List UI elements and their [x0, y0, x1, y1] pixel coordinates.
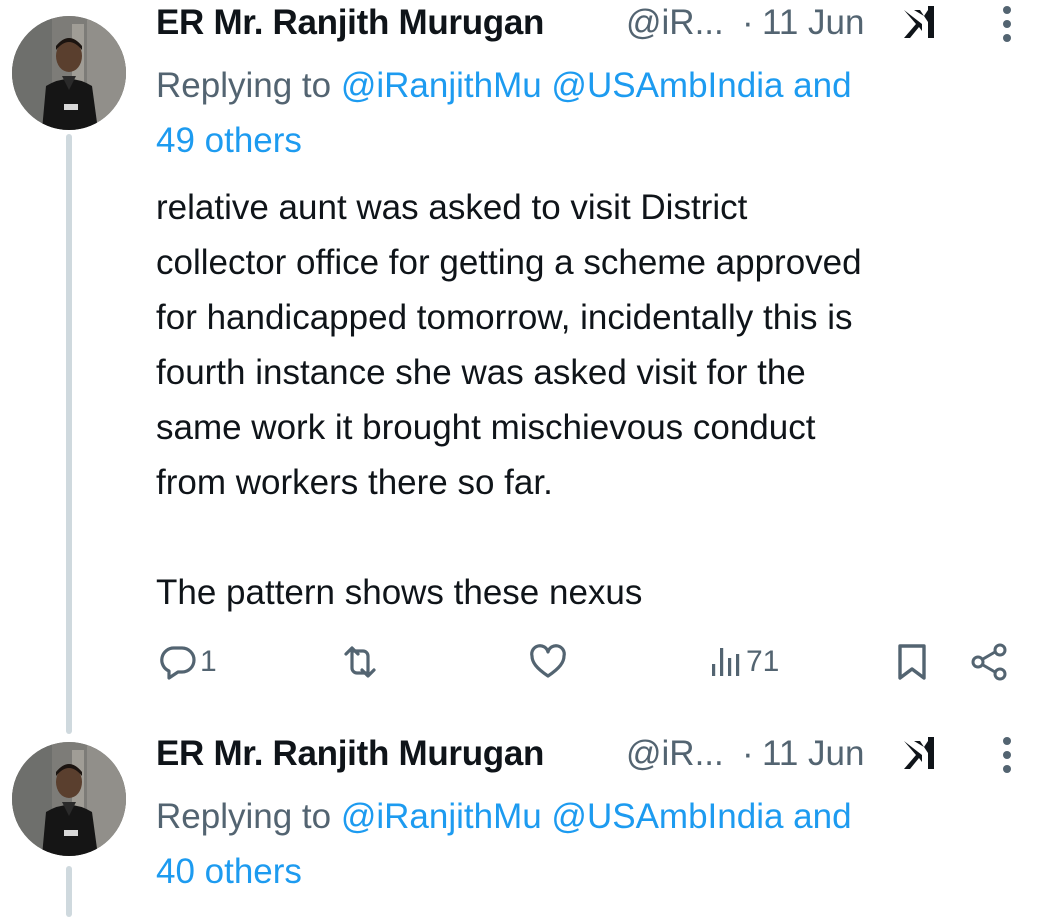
more-icon[interactable]: [996, 733, 1018, 777]
share-button[interactable]: [968, 640, 1012, 684]
bookmark-button[interactable]: [890, 640, 934, 684]
author-name[interactable]: ER Mr. Ranjith Murugan: [156, 734, 544, 774]
replying-prefix: Replying to: [156, 797, 341, 836]
replying-to: Replying to @iRanjithMu @USAmbIndia and …: [156, 789, 1016, 899]
repost-button[interactable]: [338, 640, 382, 684]
share-icon: [971, 643, 1007, 681]
like-button[interactable]: [526, 640, 570, 684]
replying-prefix: Replying to: [156, 66, 341, 105]
views-button[interactable]: 71: [706, 640, 779, 684]
reply-button[interactable]: 1: [156, 640, 217, 684]
author-handle[interactable]: @iR...: [626, 734, 724, 774]
tweet-text: relative aunt was asked to visit Distric…: [156, 188, 862, 612]
reply-icon: [160, 646, 196, 680]
replying-others[interactable]: 40 others: [156, 852, 302, 891]
repost-icon: [344, 646, 376, 678]
tweet-header: ER Mr. Ranjith Murugan @iR... · 11 Jun: [156, 731, 1045, 785]
thread-line: [66, 134, 72, 734]
tweet-date[interactable]: 11 Jun: [762, 3, 865, 43]
author-handle[interactable]: @iR...: [626, 3, 724, 43]
tweet-date[interactable]: 11 Jun: [762, 734, 865, 774]
avatar[interactable]: [12, 16, 126, 130]
reply-count: 1: [200, 645, 217, 678]
tweet-actions: 1 71: [156, 640, 1016, 690]
views-icon: [712, 648, 740, 676]
heart-icon: [530, 644, 566, 678]
thread-line: [66, 866, 72, 917]
replying-mentions[interactable]: @iRanjithMu @USAmbIndia and: [341, 66, 852, 105]
more-icon[interactable]: [996, 2, 1018, 46]
tweet-header: ER Mr. Ranjith Murugan @iR... · 11 Jun: [156, 0, 1045, 54]
grok-icon[interactable]: [898, 731, 942, 775]
separator-dot: ·: [742, 734, 754, 773]
grok-icon[interactable]: [898, 0, 942, 44]
avatar[interactable]: [12, 742, 126, 856]
bookmark-icon: [898, 644, 926, 680]
author-name[interactable]: ER Mr. Ranjith Murugan: [156, 3, 544, 43]
replying-mentions[interactable]: @iRanjithMu @USAmbIndia and: [341, 797, 852, 836]
replying-others[interactable]: 49 others: [156, 121, 302, 160]
views-count: 71: [746, 645, 780, 678]
replying-to: Replying to @iRanjithMu @USAmbIndia and …: [156, 58, 1016, 168]
separator-dot: ·: [742, 3, 754, 42]
